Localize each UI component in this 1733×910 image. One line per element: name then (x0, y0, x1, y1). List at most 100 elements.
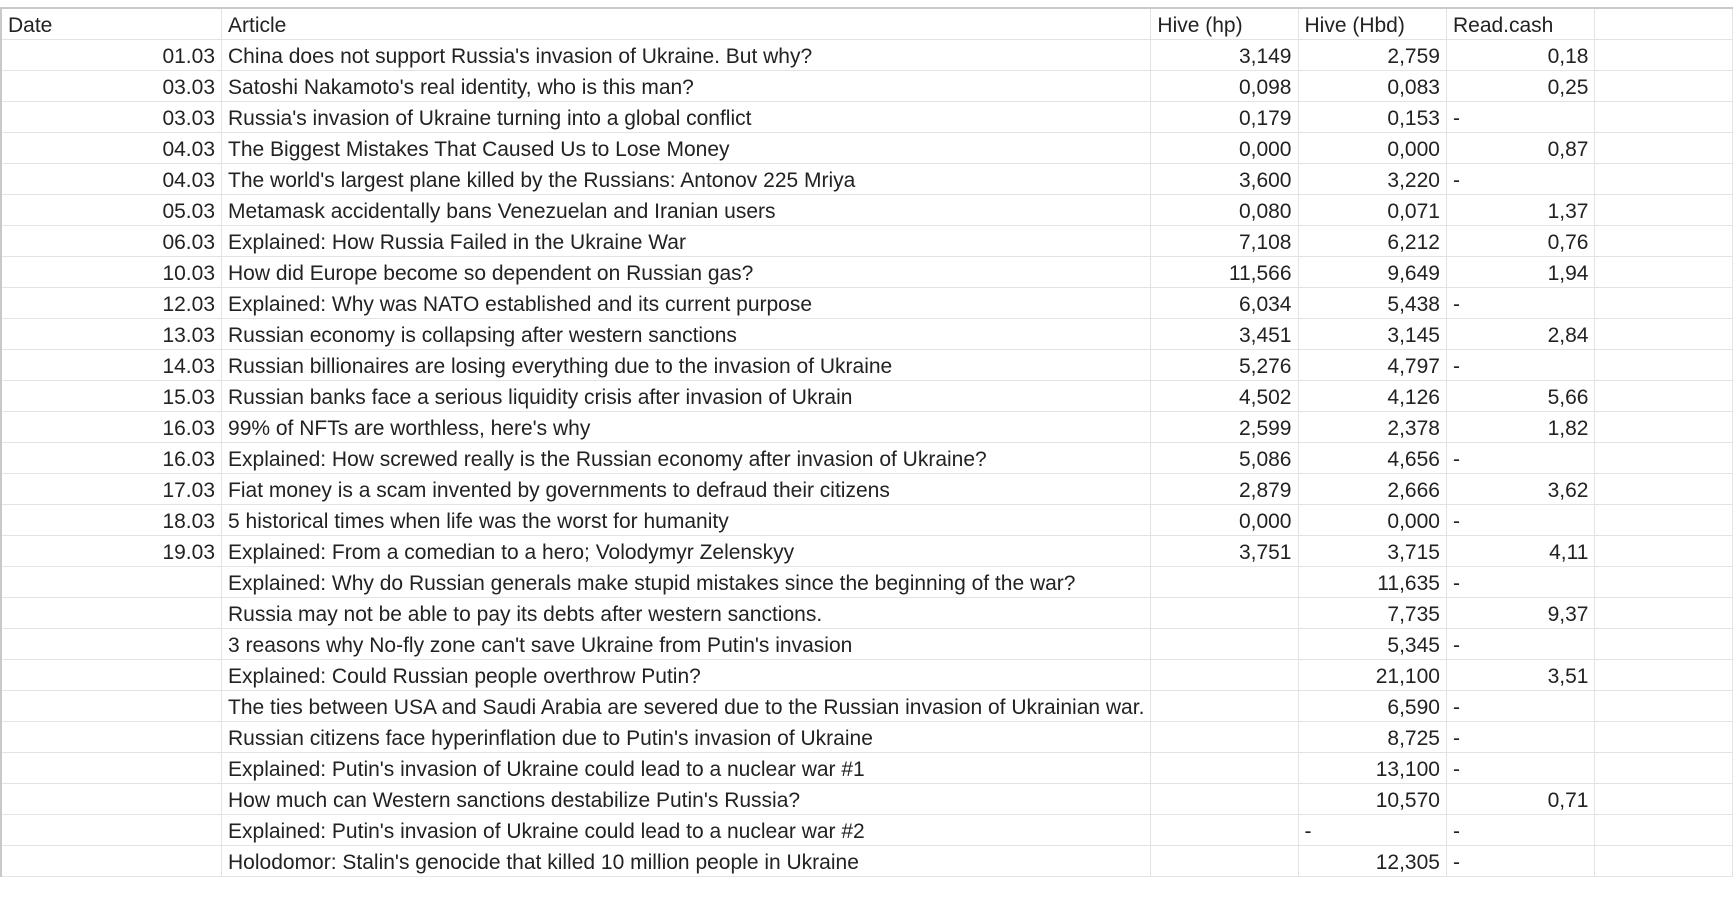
empty-cell[interactable] (1594, 721, 1733, 753)
read-cash-cell[interactable]: 0,25 (1446, 70, 1596, 102)
hive-hp-cell[interactable]: 3,751 (1150, 535, 1299, 567)
empty-cell[interactable] (1594, 442, 1733, 474)
read-cash-cell[interactable]: 4,11 (1446, 535, 1596, 567)
date-cell[interactable] (0, 628, 223, 660)
empty-cell[interactable] (1594, 814, 1733, 846)
date-cell[interactable]: 03.03 (0, 101, 223, 133)
empty-cell[interactable] (1594, 70, 1733, 102)
read-cash-cell[interactable]: 0,76 (1446, 225, 1596, 257)
hive-hp-cell[interactable]: 0,080 (1150, 194, 1299, 226)
hive-hp-cell[interactable]: 7,108 (1150, 225, 1299, 257)
read-cash-cell[interactable]: 5,66 (1446, 380, 1596, 412)
article-cell[interactable]: The ties between USA and Saudi Arabia ar… (221, 690, 1152, 722)
article-cell[interactable]: Explained: Putin's invasion of Ukraine c… (221, 752, 1152, 784)
read-cash-cell[interactable]: - (1446, 349, 1596, 381)
article-cell[interactable]: Satoshi Nakamoto's real identity, who is… (221, 70, 1152, 102)
hive-hbd-cell[interactable]: 0,000 (1298, 504, 1447, 536)
article-cell[interactable]: Explained: How Russia Failed in the Ukra… (221, 225, 1152, 257)
date-cell[interactable]: 01.03 (0, 39, 223, 71)
date-cell[interactable] (0, 566, 223, 598)
hive-hp-cell[interactable]: 2,599 (1150, 411, 1299, 443)
read-cash-cell[interactable]: - (1446, 504, 1596, 536)
article-cell[interactable]: How much can Western sanctions destabili… (221, 783, 1152, 815)
article-cell[interactable]: 3 reasons why No-fly zone can't save Ukr… (221, 628, 1152, 660)
article-cell[interactable]: Russian economy is collapsing after west… (221, 318, 1152, 350)
hive-hbd-cell[interactable]: 0,153 (1298, 101, 1447, 133)
date-cell[interactable]: 06.03 (0, 225, 223, 257)
date-cell[interactable]: 04.03 (0, 132, 223, 164)
hive-hbd-cell[interactable]: 9,649 (1298, 256, 1447, 288)
hive-hbd-cell[interactable]: 13,100 (1298, 752, 1447, 784)
date-cell[interactable] (0, 659, 223, 691)
empty-cell[interactable] (1594, 535, 1733, 567)
hive-hbd-cell[interactable]: 10,570 (1298, 783, 1447, 815)
hive-hbd-cell[interactable]: 4,797 (1298, 349, 1447, 381)
article-cell[interactable]: Russian banks face a serious liquidity c… (221, 380, 1152, 412)
header-article[interactable]: Article (221, 7, 1152, 40)
empty-cell[interactable] (1594, 39, 1733, 71)
article-cell[interactable]: Explained: Why was NATO established and … (221, 287, 1152, 319)
read-cash-cell[interactable]: 1,37 (1446, 194, 1596, 226)
hive-hbd-cell[interactable]: 11,635 (1298, 566, 1447, 598)
date-cell[interactable]: 05.03 (0, 194, 223, 226)
hive-hp-cell[interactable]: 11,566 (1150, 256, 1299, 288)
hive-hp-cell[interactable]: 5,086 (1150, 442, 1299, 474)
article-cell[interactable]: Holodomor: Stalin's genocide that killed… (221, 845, 1152, 877)
read-cash-cell[interactable]: 1,94 (1446, 256, 1596, 288)
empty-cell[interactable] (1594, 690, 1733, 722)
article-cell[interactable]: 99% of NFTs are worthless, here's why (221, 411, 1152, 443)
article-cell[interactable]: Russian billionaires are losing everythi… (221, 349, 1152, 381)
article-cell[interactable]: The world's largest plane killed by the … (221, 163, 1152, 195)
date-cell[interactable]: 12.03 (0, 287, 223, 319)
date-cell[interactable]: 17.03 (0, 473, 223, 505)
date-cell[interactable] (0, 690, 223, 722)
hive-hbd-cell[interactable]: 0,071 (1298, 194, 1447, 226)
date-cell[interactable]: 18.03 (0, 504, 223, 536)
date-cell[interactable] (0, 783, 223, 815)
header-hive-hp[interactable]: Hive (hp) (1150, 7, 1299, 40)
article-cell[interactable]: Explained: Putin's invasion of Ukraine c… (221, 814, 1152, 846)
hive-hbd-cell[interactable]: 2,378 (1298, 411, 1447, 443)
read-cash-cell[interactable]: - (1446, 566, 1596, 598)
empty-cell[interactable] (1594, 163, 1733, 195)
read-cash-cell[interactable]: 3,51 (1446, 659, 1596, 691)
date-cell[interactable]: 16.03 (0, 411, 223, 443)
article-cell[interactable]: Explained: From a comedian to a hero; Vo… (221, 535, 1152, 567)
date-cell[interactable]: 04.03 (0, 163, 223, 195)
read-cash-cell[interactable]: 0,18 (1446, 39, 1596, 71)
hive-hp-cell[interactable]: 3,451 (1150, 318, 1299, 350)
empty-cell[interactable] (1594, 597, 1733, 629)
read-cash-cell[interactable]: - (1446, 101, 1596, 133)
hive-hbd-cell[interactable]: 7,735 (1298, 597, 1447, 629)
article-cell[interactable]: Explained: Could Russian people overthro… (221, 659, 1152, 691)
read-cash-cell[interactable]: - (1446, 752, 1596, 784)
date-cell[interactable] (0, 721, 223, 753)
read-cash-cell[interactable]: 2,84 (1446, 318, 1596, 350)
empty-cell[interactable] (1594, 752, 1733, 784)
empty-cell[interactable] (1594, 194, 1733, 226)
empty-cell[interactable] (1594, 380, 1733, 412)
hive-hbd-cell[interactable]: 21,100 (1298, 659, 1447, 691)
hive-hp-cell[interactable]: 0,000 (1150, 504, 1299, 536)
article-cell[interactable]: Explained: How screwed really is the Rus… (221, 442, 1152, 474)
empty-cell[interactable] (1594, 845, 1733, 877)
hive-hp-cell[interactable] (1150, 659, 1299, 691)
read-cash-cell[interactable]: - (1446, 814, 1596, 846)
hive-hp-cell[interactable] (1150, 566, 1299, 598)
empty-cell[interactable] (1594, 318, 1733, 350)
hive-hp-cell[interactable]: 6,034 (1150, 287, 1299, 319)
date-cell[interactable] (0, 597, 223, 629)
hive-hbd-cell[interactable]: 3,145 (1298, 318, 1447, 350)
article-cell[interactable]: The Biggest Mistakes That Caused Us to L… (221, 132, 1152, 164)
hive-hbd-cell[interactable]: 4,126 (1298, 380, 1447, 412)
article-cell[interactable]: Metamask accidentally bans Venezuelan an… (221, 194, 1152, 226)
empty-cell[interactable] (1594, 566, 1733, 598)
date-cell[interactable] (0, 845, 223, 877)
hive-hp-cell[interactable]: 2,879 (1150, 473, 1299, 505)
header-date[interactable]: Date (0, 7, 223, 40)
empty-cell[interactable] (1594, 256, 1733, 288)
read-cash-cell[interactable]: 9,37 (1446, 597, 1596, 629)
hive-hp-cell[interactable]: 0,098 (1150, 70, 1299, 102)
read-cash-cell[interactable]: - (1446, 690, 1596, 722)
hive-hbd-cell[interactable]: 6,590 (1298, 690, 1447, 722)
